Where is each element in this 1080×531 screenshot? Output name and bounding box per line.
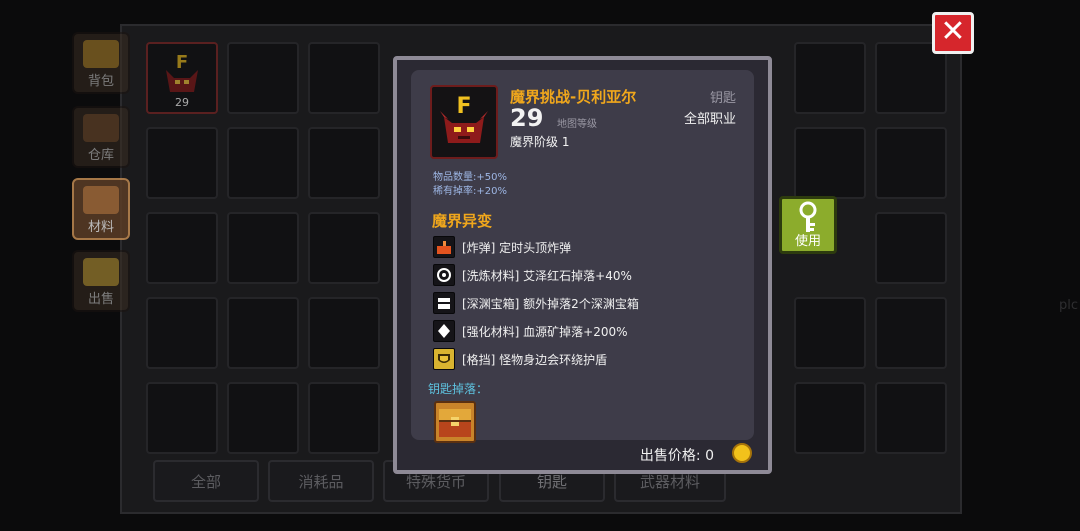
background-text: plc <box>1058 298 1078 313</box>
materials-icon <box>83 186 119 214</box>
inventory-slot[interactable] <box>308 212 380 284</box>
item-type: 钥匙 <box>709 91 736 106</box>
inventory-slot[interactable] <box>308 42 380 114</box>
item-icon-frame: F <box>430 85 498 159</box>
tab-sell-label: 出售 <box>87 292 114 307</box>
warehouse-icon <box>83 114 119 142</box>
inventory-slot-key[interactable]: F 29 <box>146 42 218 114</box>
item-icon-letter: F <box>456 94 471 119</box>
tab-materials-label: 材料 <box>87 220 114 235</box>
inventory-slot[interactable] <box>875 212 947 284</box>
item-level-label: 地图等级 <box>557 119 597 130</box>
tab-all[interactable]: 全部 <box>153 460 259 502</box>
inventory-slot[interactable] <box>794 382 866 454</box>
mutation-text: [强化材料] 血源矿掉落+200% <box>462 325 628 339</box>
inventory-slot[interactable] <box>146 127 218 199</box>
chest-icon <box>433 292 455 314</box>
inventory-slot[interactable] <box>308 382 380 454</box>
bomb-icon <box>433 236 455 258</box>
sell-price-label: 出售价格: 0 <box>639 448 714 464</box>
treasure-chest-icon[interactable] <box>434 401 476 443</box>
mutation-row: [深渊宝箱] 额外掉落2个深渊宝箱 <box>433 292 753 316</box>
mutation-row: [强化材料] 血源矿掉落+200% <box>433 320 753 344</box>
coins-icon <box>83 258 119 286</box>
tab-warehouse[interactable]: 仓库 <box>72 106 130 168</box>
demon-key-icon: F <box>440 94 488 143</box>
inventory-slot[interactable] <box>227 382 299 454</box>
inventory-slot[interactable] <box>146 382 218 454</box>
tab-warehouse-label: 仓库 <box>87 148 114 163</box>
slot-count: 29 <box>175 96 189 109</box>
inventory-slot[interactable] <box>308 297 380 369</box>
item-detail-panel: F 魔界挑战-贝利亚尔 29 地图等级 魔界阶级 1 钥匙 全部职业 物品数量:… <box>411 70 754 443</box>
mutation-row: [炸弹] 定时头顶炸弹 <box>433 236 753 260</box>
mutation-text: [洗炼材料] 艾泽红石掉落+40% <box>462 269 632 283</box>
inventory-slot[interactable] <box>875 127 947 199</box>
mutation-row: [格挡] 怪物身边会环绕护盾 <box>433 348 753 372</box>
tab-sell[interactable]: 出售 <box>72 250 130 312</box>
inventory-slot[interactable] <box>227 297 299 369</box>
tab-consumables[interactable]: 消耗品 <box>268 460 374 502</box>
coin-icon <box>732 443 752 463</box>
sell-price: 出售价格: 0 <box>592 443 752 465</box>
mutation-title: 魔界异变 <box>432 212 493 230</box>
close-button[interactable]: ✕ <box>932 12 974 54</box>
tab-backpack-label: 背包 <box>87 74 114 89</box>
inventory-slot[interactable] <box>308 127 380 199</box>
inventory-slot[interactable] <box>794 42 866 114</box>
inventory-slot[interactable] <box>146 297 218 369</box>
item-level: 29 <box>510 104 544 132</box>
item-class: 全部职业 <box>683 112 736 127</box>
stat-rare-drop: 稀有掉率:+20% <box>433 186 507 197</box>
key-drop-title: 钥匙掉落： <box>428 382 489 396</box>
stat-item-quantity: 物品数量:+50% <box>433 172 507 183</box>
inventory-slot[interactable] <box>794 297 866 369</box>
shield-icon <box>433 348 455 370</box>
tab-backpack[interactable]: 背包 <box>72 32 130 94</box>
mutation-text: [格挡] 怪物身边会环绕护盾 <box>462 353 608 367</box>
item-detail-popup: F 魔界挑战-贝利亚尔 29 地图等级 魔界阶级 1 钥匙 全部职业 物品数量:… <box>393 56 772 474</box>
backpack-icon <box>83 40 119 68</box>
mutation-text: [深渊宝箱] 额外掉落2个深渊宝箱 <box>462 297 639 311</box>
use-button[interactable]: 使用 <box>779 196 837 254</box>
gear-icon <box>433 264 455 286</box>
inventory-slot[interactable] <box>794 127 866 199</box>
inventory-slot[interactable] <box>227 42 299 114</box>
inventory-slot[interactable] <box>227 127 299 199</box>
tab-materials[interactable]: 材料 <box>72 178 130 240</box>
inventory-slot[interactable] <box>875 382 947 454</box>
mutation-row: [洗炼材料] 艾泽红石掉落+40% <box>433 264 753 288</box>
svg-text:F: F <box>176 52 188 73</box>
inventory-slot[interactable] <box>227 212 299 284</box>
mutation-text: [炸弹] 定时头顶炸弹 <box>462 241 572 255</box>
item-tier: 魔界阶级 1 <box>510 135 570 149</box>
use-button-label: 使用 <box>794 234 821 249</box>
inventory-slot[interactable] <box>875 297 947 369</box>
diamond-icon <box>433 320 455 342</box>
inventory-slot[interactable] <box>146 212 218 284</box>
